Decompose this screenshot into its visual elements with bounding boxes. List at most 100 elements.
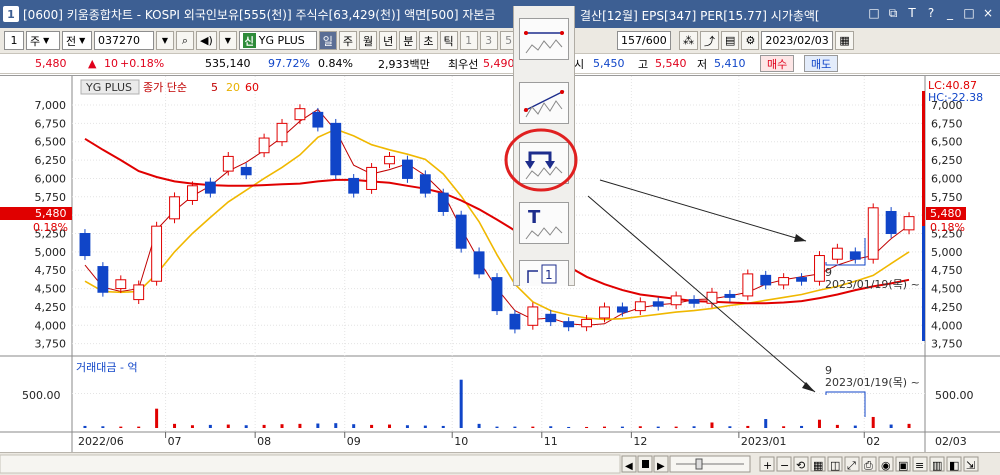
split-icon: ◫ <box>830 459 840 472</box>
y-tick-right: 3,750 <box>931 338 963 351</box>
x-tick-label: 08 <box>257 435 271 448</box>
title-bar: 1 [0600] 키움종합차트 - KOSPI 외국인보유[555(천)] 주식… <box>0 0 1000 28</box>
app-icon: 1 <box>3 6 19 22</box>
volume-bar <box>405 425 409 428</box>
calendar-button[interactable]: ▦ <box>835 31 854 50</box>
count-field[interactable]: 157 /600 <box>617 31 671 50</box>
candle-body <box>348 177 360 194</box>
y-tick-left: 6,250 <box>35 154 67 167</box>
period-tab-tick[interactable]: 틱 <box>439 31 458 50</box>
quote-strip: 5,480 ▲ 10 +0.18% 535,140 97.72% 0.84% 2… <box>0 54 1000 74</box>
y-tick-right: 4,750 <box>931 264 963 277</box>
speaker-icon: ◀) <box>200 34 213 47</box>
number-tool[interactable]: 1 <box>519 260 569 286</box>
period-tab-minute[interactable]: 분 <box>399 31 418 50</box>
search-button[interactable]: ⌕ <box>176 31 194 50</box>
chart-scrollbar[interactable]: ◀ ▶ + − ⟲ ▦ ◫ ⤢ ⎙ ◉ ▣ ≡ ▥ ◧ ⇲ <box>0 452 1000 475</box>
x-tick-label: 09 <box>347 435 361 448</box>
best-price: 5,490 <box>483 57 515 70</box>
type-select[interactable]: 주 ▼ <box>26 31 60 50</box>
y-tick-right: 6,750 <box>931 117 963 130</box>
candle-body <box>419 174 431 194</box>
prev-select-value: 전 <box>66 34 77 48</box>
settings-button[interactable]: ⚙ <box>741 31 760 50</box>
prev-select[interactable]: 전 ▼ <box>62 31 92 50</box>
list-icon: ≡ <box>915 459 924 472</box>
candle-body <box>294 108 306 121</box>
text-tool-icon: T <box>525 207 563 240</box>
candle-body <box>760 274 772 286</box>
period-tab-year[interactable]: 년 <box>379 31 398 50</box>
price-change-pct: +0.18% <box>120 57 165 70</box>
candle-body <box>258 137 270 154</box>
help-icon[interactable]: ? <box>923 5 939 21</box>
scroll-track[interactable] <box>0 454 621 474</box>
gear-icon: ⚙ <box>745 34 756 47</box>
text-icon[interactable]: T <box>904 5 920 21</box>
volume-tick-left: 500.00 <box>22 389 61 402</box>
y-tick-right: 6,000 <box>931 172 963 185</box>
stock-badge: 신 <box>242 33 256 48</box>
current-pct-left: 0.18% <box>33 221 68 234</box>
volume-bar <box>155 408 159 428</box>
volume-bar <box>764 419 768 428</box>
low-price: 5,410 <box>714 57 746 70</box>
period-tab-second[interactable]: 초 <box>419 31 438 50</box>
volume-bar <box>692 426 696 428</box>
y-tick-right: 4,000 <box>931 319 963 332</box>
volume-bar <box>423 425 427 428</box>
y-tick-left: 5,000 <box>35 246 67 259</box>
volume-bar <box>853 425 857 428</box>
stock-code-input[interactable]: 037270 <box>94 31 154 50</box>
minimize-icon[interactable]: _ <box>942 5 958 21</box>
volume-annotation-text: 2023/01/19(목) ~ <box>825 376 920 389</box>
restore-icon[interactable]: □ <box>866 5 882 21</box>
draw-button[interactable]: ⤴ <box>700 31 719 50</box>
svg-text:1: 1 <box>545 268 553 282</box>
volume-bar <box>495 426 499 428</box>
speaker-button[interactable]: ◀) <box>196 31 217 50</box>
chart-area[interactable]: 2022/06 07 08 09 10 11 12 2023/01 02 7,000 7,000 6… <box>0 75 1000 453</box>
save-button[interactable]: ▤ <box>721 31 740 50</box>
buy-button[interactable]: 매수 <box>760 55 795 72</box>
copy-window-icon[interactable]: ⧉ <box>885 5 901 21</box>
maximize-icon[interactable]: □ <box>961 5 977 21</box>
volume-bar <box>370 424 374 428</box>
draw-icon: ⤴ <box>704 34 715 48</box>
camera-icon: ◉ <box>881 459 891 472</box>
volume-bar <box>101 426 105 428</box>
period-tab-day[interactable]: 일 <box>318 31 337 50</box>
candle-body <box>616 306 628 313</box>
layout-icon: ▣ <box>898 459 908 472</box>
candle-body <box>222 155 234 172</box>
diagonal-line-tool[interactable] <box>519 82 569 124</box>
volume-bar <box>334 423 338 428</box>
period-tab-week[interactable]: 주 <box>338 31 358 50</box>
text-tool[interactable]: T <box>519 202 569 244</box>
screen-number-box[interactable]: 1 <box>4 31 24 50</box>
candle-body <box>849 251 861 260</box>
volume-value: 535,140 <box>205 57 251 70</box>
x-tick-label: 02 <box>866 435 880 448</box>
speaker-dropdown-button[interactable]: ▼ <box>218 31 237 50</box>
chart-type-icon: ◧ <box>949 459 959 472</box>
period-tab-month[interactable]: 월 <box>359 31 378 50</box>
code-dropdown-button[interactable]: ▼ <box>156 31 174 50</box>
interval-button-3[interactable]: 3 <box>479 31 498 50</box>
link-button[interactable]: ⁂ <box>679 31 698 50</box>
volume-bar <box>728 426 732 428</box>
interval-button-1[interactable]: 1 <box>459 31 478 50</box>
candle-body <box>599 306 610 319</box>
sell-button[interactable]: 매도 <box>804 55 839 72</box>
price-range-bar-low <box>922 226 925 341</box>
volume-bar <box>567 426 571 428</box>
save-icon: ▤ <box>725 34 736 47</box>
candle-body <box>706 291 718 304</box>
price-chart-svg[interactable]: 2022/06 07 08 09 10 11 12 2023/01 02 7,000 7,0006… <box>0 76 1000 453</box>
close-icon[interactable]: × <box>980 5 996 21</box>
zoom-slider-thumb[interactable] <box>695 458 703 470</box>
high-label: 고 <box>638 57 649 71</box>
candle-body <box>384 155 395 165</box>
date-input[interactable]: 2023/02/03 <box>761 31 834 50</box>
trendline-tool[interactable] <box>519 18 569 60</box>
